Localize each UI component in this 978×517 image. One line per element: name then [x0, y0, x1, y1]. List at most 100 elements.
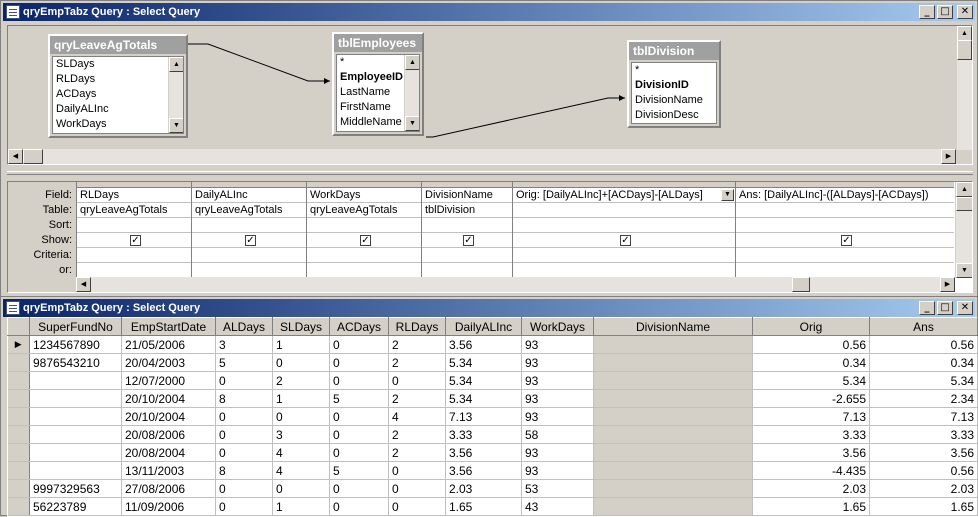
table-cell[interactable]: 0	[215, 443, 273, 462]
table-cell[interactable]	[593, 443, 753, 462]
column-header[interactable]: Orig	[752, 317, 870, 336]
table-cell[interactable]: 0	[272, 353, 330, 372]
table-cell[interactable]: 0	[329, 425, 389, 444]
qbe-field-cell[interactable]: RLDays	[77, 188, 191, 203]
scroll-left-icon[interactable]: ◀	[76, 277, 91, 292]
table-row[interactable]: 13/11/2003 8 4 5 0 3.56 93 -4.435 0.56	[7, 461, 978, 480]
scroll-up-icon[interactable]: ▲	[169, 57, 183, 72]
table-cell[interactable]: 1.65	[869, 497, 978, 516]
row-selector[interactable]	[7, 461, 30, 480]
qbe-sort-cell[interactable]	[192, 218, 306, 233]
table-cell[interactable]	[593, 407, 753, 426]
table-cell[interactable]	[593, 461, 753, 480]
minimize-button[interactable]: _	[919, 5, 935, 19]
table-cell[interactable]: 0	[272, 479, 330, 498]
table-cell[interactable]: 2	[388, 353, 446, 372]
qbe-show-cell[interactable]: ✓	[736, 233, 954, 248]
scroll-thumb[interactable]	[957, 40, 972, 60]
table-header[interactable]: qryLeaveAgTotals	[50, 36, 186, 54]
show-checkbox[interactable]: ✓	[620, 235, 631, 246]
table-cell[interactable]: 93	[521, 407, 594, 426]
field-item[interactable]: RLDays	[53, 72, 183, 87]
qbe-sort-cell[interactable]	[736, 218, 954, 233]
table-cell[interactable]	[593, 371, 753, 390]
qbe-table-cell[interactable]: qryLeaveAgTotals	[77, 203, 191, 218]
table-tblDivision[interactable]: tblDivision * DivisionID DivisionName Di…	[627, 40, 721, 128]
column-header[interactable]: SLDays	[272, 317, 330, 336]
qbe-criteria-cell[interactable]	[77, 248, 191, 263]
table-cell[interactable]: 4	[272, 461, 330, 480]
table-cell[interactable]	[593, 389, 753, 408]
close-button[interactable]: ✕	[957, 301, 973, 315]
table-cell[interactable]: 2.34	[869, 389, 978, 408]
column-header[interactable]: DivisionName	[593, 317, 753, 336]
table-cell[interactable]: 2.03	[445, 479, 522, 498]
table-header[interactable]: tblEmployees	[334, 34, 422, 52]
table-cell[interactable]: 0	[388, 479, 446, 498]
show-checkbox[interactable]: ✓	[245, 235, 256, 246]
column-header[interactable]: ALDays	[215, 317, 273, 336]
qbe-sort-cell[interactable]	[307, 218, 421, 233]
qbe-table-cell[interactable]	[513, 203, 735, 218]
table-row[interactable]: 9876543210 20/04/2003 5 0 0 2 5.34 93 0.34 0.34	[7, 353, 978, 372]
table-cell[interactable]: 3.33	[869, 425, 978, 444]
scroll-up-icon[interactable]: ▲	[957, 26, 972, 41]
table-cell[interactable]: 3.56	[445, 461, 522, 480]
qbe-or-cell[interactable]	[307, 263, 421, 278]
table-cell[interactable]: 5.34	[752, 371, 870, 390]
table-cell[interactable]: 0	[329, 335, 389, 354]
table-row[interactable]: 20/10/2004 8 1 5 2 5.34 93 -2.655 2.34	[7, 389, 978, 408]
table-cell[interactable]: 7.13	[752, 407, 870, 426]
table-cell[interactable]: 1	[272, 335, 330, 354]
show-checkbox[interactable]: ✓	[360, 235, 371, 246]
field-item[interactable]: *	[632, 63, 716, 78]
scroll-right-icon[interactable]: ▶	[941, 149, 956, 164]
table-cell[interactable]: 5.34	[869, 371, 978, 390]
qbe-column[interactable]: RLDays qryLeaveAgTotals ✓	[76, 182, 191, 292]
field-item[interactable]: DivisionName	[632, 93, 716, 108]
table-row[interactable]: 9997329563 27/08/2006 0 0 0 0 2.03 53 2.03 2.03	[7, 479, 978, 498]
scroll-thumb[interactable]	[23, 149, 43, 164]
qbe-show-cell[interactable]: ✓	[307, 233, 421, 248]
show-checkbox[interactable]: ✓	[841, 235, 852, 246]
table-cell[interactable]	[29, 389, 122, 408]
qbe-show-cell[interactable]: ✓	[192, 233, 306, 248]
table-cell[interactable]: 0.56	[752, 335, 870, 354]
table-cell[interactable]: -4.435	[752, 461, 870, 480]
maximize-button[interactable]: □	[937, 5, 953, 19]
qbe-or-cell[interactable]	[736, 263, 954, 278]
qbe-criteria-cell[interactable]	[192, 248, 306, 263]
table-cell[interactable]: 0.56	[869, 461, 978, 480]
table-cell[interactable]: 3	[215, 335, 273, 354]
table-cell[interactable]: 0	[215, 497, 273, 516]
table-cell[interactable]: 2	[388, 425, 446, 444]
table-cell[interactable]: 0	[329, 497, 389, 516]
table-qryLeaveAgTotals[interactable]: qryLeaveAgTotals SLDays RLDays ACDays Da…	[48, 34, 188, 138]
table-cell[interactable]: 5.34	[445, 353, 522, 372]
scroll-thumb[interactable]	[956, 197, 972, 211]
scroll-thumb[interactable]	[792, 277, 810, 292]
row-selector[interactable]	[7, 425, 30, 444]
table-row[interactable]: 20/10/2004 0 0 0 4 7.13 93 7.13 7.13	[7, 407, 978, 426]
table-pane-vscroll[interactable]: ▲	[956, 26, 972, 150]
pane-splitter[interactable]	[7, 171, 973, 175]
table-cell[interactable]: 21/05/2006	[121, 335, 216, 354]
sheet-titlebar[interactable]: qryEmpTabz Query : Select Query _ □ ✕	[3, 299, 975, 317]
scroll-up-icon[interactable]: ▲	[405, 55, 419, 70]
qbe-column[interactable]: Ans: [DailyALInc]-([ALDays]-[ACDays]) ✓	[735, 182, 954, 292]
qbe-sort-cell[interactable]	[513, 218, 735, 233]
table-cell[interactable]: 5	[215, 353, 273, 372]
close-button[interactable]: ✕	[957, 5, 973, 19]
table-cell[interactable]: 93	[521, 371, 594, 390]
table-cell[interactable]: 0	[329, 407, 389, 426]
table-pane-hscroll[interactable]: ◀ ▶	[8, 149, 956, 164]
scroll-down-icon[interactable]: ▼	[956, 263, 972, 278]
table-cell[interactable]: 11/09/2006	[121, 497, 216, 516]
table-cell[interactable]	[29, 371, 122, 390]
table-cell[interactable]: 0	[329, 479, 389, 498]
table-cell[interactable]: 2	[388, 443, 446, 462]
qbe-column[interactable]: DivisionName tblDivision ✓	[421, 182, 512, 292]
field-item[interactable]: WorkDays	[53, 117, 183, 132]
grid-vscroll[interactable]: ▲ ▼	[955, 182, 972, 278]
table-cell[interactable]: 0	[272, 407, 330, 426]
